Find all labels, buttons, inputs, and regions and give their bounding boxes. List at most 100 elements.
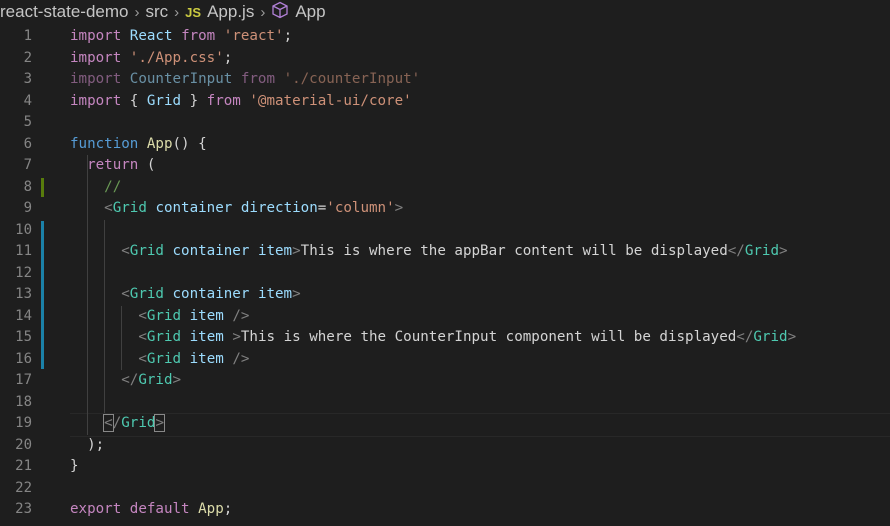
code-token: > [172, 372, 182, 388]
code-line[interactable]: 5 [0, 112, 890, 134]
code-line[interactable]: 12 [0, 263, 890, 285]
code-line[interactable]: 14 <Grid item /> [0, 306, 890, 328]
code-token: item [189, 307, 224, 324]
code-line[interactable]: 23 export default App; [0, 499, 890, 521]
breadcrumb-folder[interactable]: src [146, 2, 169, 22]
code-token: container [155, 200, 233, 216]
code-token: from [240, 71, 276, 87]
code-token: This is where the appBar content will be… [300, 243, 728, 259]
code-token: > [232, 329, 241, 345]
code-line[interactable]: 10 [0, 220, 890, 242]
line-number: 11 [15, 243, 32, 259]
code-token: < [138, 329, 147, 345]
line-number: 18 [15, 393, 32, 410]
code-line[interactable]: 20 ); [0, 435, 890, 457]
line-code: import './App.css'; [70, 48, 232, 70]
code-token: default [129, 501, 190, 517]
code-token: React [129, 28, 173, 44]
code-line[interactable]: 19 </Grid> [0, 413, 890, 435]
code-token: } [70, 458, 79, 474]
line-number: 2 [23, 49, 32, 66]
code-token: container [172, 286, 250, 302]
code-line[interactable]: 9 <Grid container direction='column'> [0, 198, 890, 220]
code-line[interactable]: 17 </Grid> [0, 370, 890, 392]
line-code: // [70, 177, 121, 199]
code-token: ); [70, 436, 105, 453]
code-token: < [121, 286, 130, 302]
code-line[interactable]: 16 <Grid item /> [0, 349, 890, 371]
code-token: { [121, 92, 147, 109]
line-number: 3 [23, 71, 32, 87]
code-token: </ [736, 329, 754, 345]
line-code: function App() { [70, 134, 207, 156]
code-token: ; [283, 28, 293, 44]
line-code: <Grid item /> [70, 349, 249, 371]
code-token: function [70, 135, 139, 152]
code-line[interactable]: 13 <Grid container item> [0, 284, 890, 306]
code-token: export [70, 501, 122, 517]
code-line[interactable]: 22 [0, 478, 890, 500]
code-line[interactable]: 21} [0, 456, 890, 478]
chevron-right-icon: › [174, 3, 180, 21]
line-number: 12 [15, 264, 32, 281]
code-token: App [198, 501, 224, 517]
line-code: <Grid item /> [70, 306, 249, 328]
code-token: < [138, 350, 147, 367]
code-token: Grid [112, 200, 147, 216]
code-token: = [317, 200, 327, 216]
code-editor[interactable]: 1 import React from 'react'; 2 import './Ap… [0, 26, 890, 526]
line-code: import React from 'react'; [70, 26, 292, 48]
code-token: item [189, 329, 224, 345]
line-code: <Grid container item>This is where the a… [70, 241, 787, 263]
line-number: 13 [15, 286, 32, 302]
code-token: /> [232, 307, 250, 324]
code-line[interactable]: 8 // [0, 177, 890, 199]
breadcrumb-project[interactable]: react-state-demo [0, 2, 129, 22]
code-token: from [181, 28, 216, 44]
code-token: /> [232, 350, 250, 367]
code-token: Grid [138, 372, 173, 388]
chevron-right-icon: › [260, 3, 266, 21]
code-line[interactable]: 2 import './App.css'; [0, 48, 890, 70]
code-line[interactable]: 1 import React from 'react'; [0, 26, 890, 48]
breadcrumb-file[interactable]: App.js [207, 2, 254, 22]
code-line[interactable]: 15 <Grid item >This is where the Counter… [0, 327, 890, 349]
line-number: 22 [15, 479, 32, 496]
code-token: Grid [146, 329, 182, 345]
code-line[interactable]: 7 return ( [0, 155, 890, 177]
code-token: < [104, 200, 113, 216]
code-line[interactable]: 4 import { Grid } from '@material-ui/core… [0, 91, 890, 113]
code-line[interactable]: 18 [0, 392, 890, 414]
code-token: > [394, 200, 404, 216]
breadcrumb-symbol[interactable]: App [295, 2, 325, 22]
code-token: item [257, 286, 293, 302]
code-token: '@material-ui/core' [249, 92, 412, 109]
code-token: / [112, 415, 122, 431]
line-code: import CounterInput from './counterInput… [70, 69, 420, 91]
line-code: export default App; [70, 499, 232, 521]
code-token: Grid [146, 92, 182, 109]
code-token: container [172, 243, 250, 259]
code-line[interactable]: 3 import CounterInput from './counterInpu… [0, 69, 890, 91]
javascript-file-icon: JS [185, 4, 202, 20]
code-token: Grid [744, 243, 780, 259]
code-token: // [104, 178, 122, 195]
code-line[interactable]: 11 <Grid container item>This is where th… [0, 241, 890, 263]
line-code: <Grid container item> [70, 284, 300, 306]
code-token: return [87, 157, 139, 173]
code-line[interactable]: 6 function App() { [0, 134, 890, 156]
